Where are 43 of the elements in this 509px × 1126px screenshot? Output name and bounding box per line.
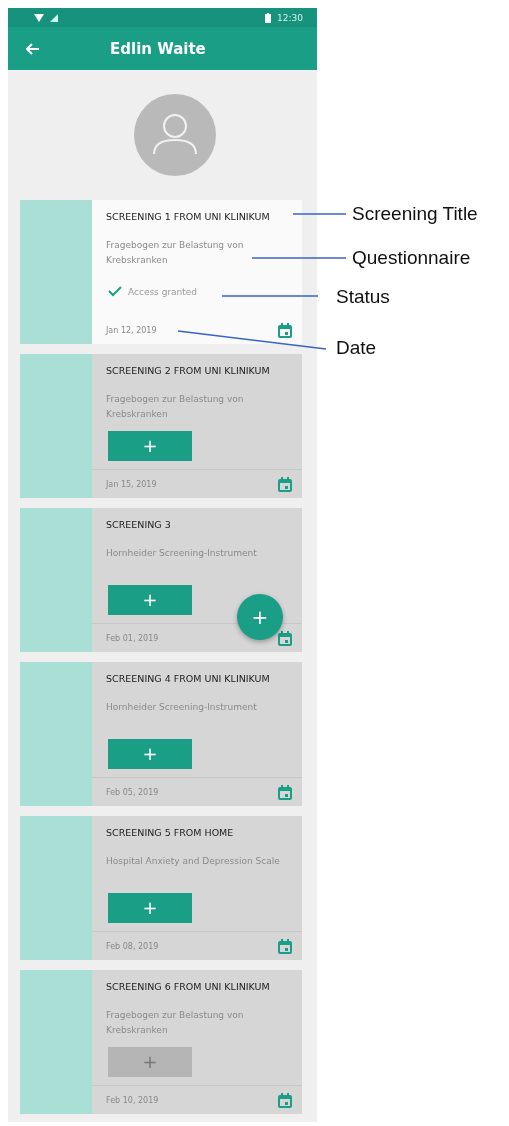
questionnaire-name: Hospital Anxiety and Depression Scale	[106, 855, 280, 868]
annotation-label: Screening Title	[352, 202, 478, 226]
back-arrow-icon[interactable]	[26, 42, 40, 55]
screening-title: SCREENING 3	[105, 518, 172, 532]
annotation-label: Questionnaire	[352, 246, 471, 270]
screening-date: Jan 12, 2019	[106, 325, 157, 335]
calendar-icon[interactable]	[278, 322, 292, 338]
add-button[interactable]: +	[108, 892, 192, 923]
questionnaire-name: Fragebogen zur Belastung von Krebskranken	[106, 239, 245, 267]
signal-icon	[50, 13, 58, 22]
calendar-icon[interactable]	[278, 630, 292, 646]
annotation-label: Status	[336, 285, 390, 309]
screening-date: Jan 15, 2019	[106, 479, 157, 489]
questionnaire-name: Fragebogen zur Belastung von Krebskranken	[106, 393, 245, 421]
add-button[interactable]: +	[108, 584, 192, 615]
avatar-icon	[134, 94, 216, 176]
clock-time: 12:30	[277, 12, 303, 23]
calendar-icon[interactable]	[278, 1092, 292, 1108]
calendar-icon[interactable]	[278, 476, 292, 492]
questionnaire-name: Hornheider Screening-Instrument	[106, 701, 257, 714]
screening-date: Feb 08, 2019	[106, 941, 159, 951]
screening-date: Feb 10, 2019	[106, 1095, 159, 1105]
battery-icon	[265, 12, 272, 23]
annotation-label: Date	[336, 336, 377, 360]
screening-title: SCREENING 1 FROM UNI KLINIKUM	[105, 210, 271, 224]
wifi-icon	[34, 13, 44, 22]
screening-date: Feb 01, 2019	[106, 633, 159, 643]
calendar-icon[interactable]	[278, 784, 292, 800]
add-button[interactable]: +	[108, 738, 192, 769]
screening-date: Feb 05, 2019	[106, 787, 159, 797]
leader-line	[292, 213, 347, 215]
access-status: Access granted	[128, 286, 198, 297]
questionnaire-name: Hornheider Screening-Instrument	[106, 547, 257, 560]
calendar-icon[interactable]	[278, 938, 292, 954]
check-icon	[108, 286, 122, 297]
screening-title: SCREENING 2 FROM UNI KLINIKUM	[105, 364, 271, 378]
app-bar-title: Edlin Waite	[110, 39, 206, 58]
add-button: +	[108, 1046, 192, 1077]
questionnaire-name: Fragebogen zur Belastung von Krebskranken	[106, 1009, 245, 1037]
screening-title: SCREENING 5 FROM HOME	[105, 826, 235, 840]
screening-title: SCREENING 6 FROM UNI KLINIKUM	[105, 980, 271, 994]
add-button[interactable]: +	[108, 430, 192, 461]
screening-title: SCREENING 4 FROM UNI KLINIKUM	[105, 672, 271, 686]
